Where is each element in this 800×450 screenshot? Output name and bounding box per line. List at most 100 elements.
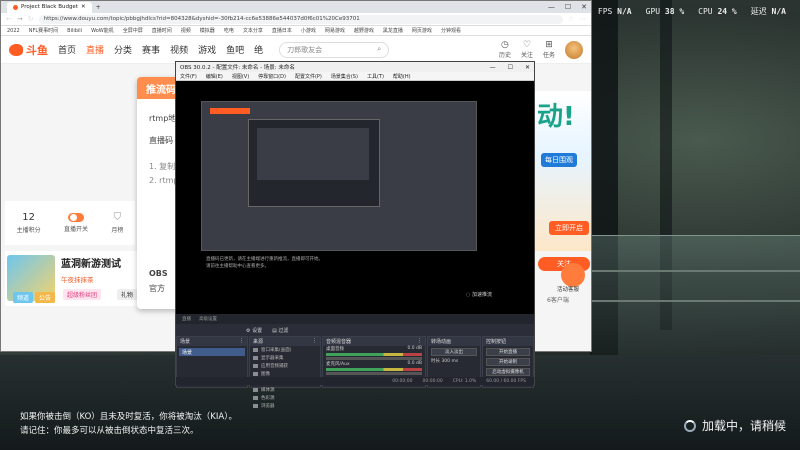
source-item[interactable]: 浏览器 bbox=[250, 402, 320, 410]
avatar[interactable] bbox=[565, 40, 583, 59]
follow-list-button[interactable]: ♡ 关注 bbox=[521, 40, 533, 59]
preview-accelerate[interactable]: ◌ 加速推流 bbox=[466, 291, 492, 298]
obs-menu-item[interactable]: 配置文件(P) bbox=[295, 73, 322, 80]
latency-stat: 延迟 N/A bbox=[750, 6, 786, 16]
gift-tag[interactable]: 礼物 bbox=[117, 289, 138, 300]
header-actions: ◷ 历史 ♡ 关注 ⊞ 任务 bbox=[499, 40, 583, 59]
dock-menu-icon[interactable]: ⋮ bbox=[239, 338, 244, 345]
bookmark-item[interactable]: 分钟观看 bbox=[441, 27, 461, 34]
search-icon[interactable]: ⌕ bbox=[377, 45, 381, 54]
cpu-stat: CPU 24 % bbox=[698, 6, 737, 16]
bookmark-item[interactable]: WoW能机 bbox=[91, 27, 114, 34]
obs-status-bar: 00:00:00 00:00:00 CPU: 1.0% 60.00 / 60.0… bbox=[176, 377, 534, 385]
bookmark-item[interactable]: 直播日本 bbox=[272, 27, 292, 34]
start-recording-button[interactable]: 开始录制 bbox=[486, 358, 530, 366]
bookmark-item[interactable]: 2022 bbox=[7, 28, 20, 34]
settings-tab[interactable]: ⚙ 设置 bbox=[246, 327, 262, 334]
bookmark-item[interactable]: 网页游戏 bbox=[412, 27, 432, 34]
banner-open-button[interactable]: 立即开启 bbox=[549, 221, 589, 235]
source-item[interactable]: 媒体源 bbox=[250, 386, 320, 394]
new-tab-icon[interactable]: + bbox=[96, 4, 101, 11]
duration-row: 时长 300 ms bbox=[431, 359, 459, 364]
bookmark-item[interactable]: 模拟器 bbox=[200, 27, 215, 34]
chat-service-label[interactable]: 活动客服 bbox=[557, 285, 579, 293]
obs-menu-item[interactable]: 场景集合(S) bbox=[331, 73, 358, 80]
obs-menu-item[interactable]: 停靠窗口(D) bbox=[258, 73, 286, 80]
live-toggle-tool[interactable]: 直播开关 bbox=[64, 213, 88, 233]
bookmark-item[interactable]: 网易游戏 bbox=[325, 27, 345, 34]
notice-tag[interactable]: 公告 bbox=[35, 292, 56, 303]
source-type-icon bbox=[253, 364, 258, 368]
obs-menu-item[interactable]: 文件(F) bbox=[180, 73, 197, 80]
menu-icon[interactable]: ⋯ bbox=[579, 15, 586, 23]
bookmark-item[interactable]: 文本分享 bbox=[243, 27, 263, 34]
nav-events[interactable]: 赛事 bbox=[142, 43, 160, 56]
nav-fishbar[interactable]: 鱼吧 bbox=[226, 43, 244, 56]
stream-title[interactable]: 蓝洞新游测试 bbox=[61, 255, 121, 270]
volume-slider[interactable] bbox=[326, 372, 422, 375]
record-time: 00:00:00 bbox=[422, 378, 443, 384]
bookmark-item[interactable]: 越野游戏 bbox=[354, 27, 374, 34]
browser-tab[interactable]: Project Black Budget ✕ bbox=[7, 1, 92, 13]
channel-tag[interactable]: 频道 bbox=[13, 292, 34, 303]
minimize-icon[interactable]: — bbox=[490, 64, 496, 71]
tasks-button[interactable]: ⊞ 任务 bbox=[543, 40, 555, 59]
obs-menu-item[interactable]: 视图(V) bbox=[232, 73, 249, 80]
obs-menu-item[interactable]: 编辑(E) bbox=[206, 73, 223, 80]
close-window-icon[interactable]: ✕ bbox=[525, 64, 530, 71]
stream-subtitle: 午夜抹抹茶 bbox=[61, 276, 94, 284]
chat-service-icon[interactable] bbox=[561, 263, 585, 287]
url-input[interactable]: https://www.douyu.com/topic/pbbgjhdlcs?r… bbox=[38, 14, 563, 24]
history-button[interactable]: ◷ 历史 bbox=[499, 40, 511, 59]
fan-club-tag[interactable]: 超级粉丝团 bbox=[63, 289, 102, 300]
nav-games[interactable]: 游戏 bbox=[198, 43, 216, 56]
start-streaming-button[interactable]: 开始直播 bbox=[486, 348, 530, 356]
source-item[interactable]: 显示器采集 bbox=[250, 354, 320, 362]
close-window-icon[interactable]: ✕ bbox=[581, 3, 587, 11]
nav-home[interactable]: 首页 bbox=[58, 43, 76, 56]
shield-icon: ⛉ bbox=[113, 212, 122, 223]
forward-icon[interactable]: → bbox=[17, 15, 23, 23]
live-toggle[interactable] bbox=[67, 213, 84, 222]
filters-tab[interactable]: ▤ 过滤 bbox=[272, 327, 288, 334]
stream-time: 00:00:00 bbox=[392, 378, 413, 384]
bookmark-item[interactable]: 小游戏 bbox=[301, 27, 316, 34]
obs-preview[interactable]: 直播码已更新，请在主播端进行重新推流，直播即可开始。 请前往主播帮助中心查看更多… bbox=[176, 81, 534, 314]
bookmark-item[interactable]: Bilibili bbox=[67, 28, 82, 34]
back-icon[interactable]: ← bbox=[6, 15, 12, 23]
maximize-icon[interactable]: ☐ bbox=[508, 64, 513, 71]
dock-menu-icon[interactable]: ⋮ bbox=[417, 338, 422, 345]
volume-slider[interactable] bbox=[326, 357, 422, 360]
bookmark-item[interactable]: 全屏中屏 bbox=[123, 27, 143, 34]
maximize-icon[interactable]: ☐ bbox=[565, 3, 571, 11]
bookmark-item[interactable]: 黑龙直播 bbox=[383, 27, 403, 34]
rank-tool[interactable]: ⛉ 月榜 bbox=[111, 212, 123, 234]
preview-caption: 直播码已更新，请在主播端进行重新推流，直播即可开始。 请前往主播帮助中心查看更多… bbox=[206, 257, 323, 269]
source-item[interactable]: 窗口采集(画面) bbox=[250, 346, 320, 354]
star-icon[interactable]: ☆ bbox=[568, 15, 574, 23]
site-search-input[interactable]: 刀郎歌友会 ⌕ bbox=[279, 41, 390, 58]
virtual-camera-button[interactable]: 启动虚拟摄像机 bbox=[486, 368, 530, 376]
source-item[interactable]: 色彩源 bbox=[250, 394, 320, 402]
nav-live[interactable]: 直播 bbox=[86, 43, 104, 56]
duration-input[interactable]: 300 ms bbox=[441, 359, 458, 364]
close-tab-icon[interactable]: ✕ bbox=[81, 4, 86, 10]
scene-item[interactable]: 场景 bbox=[179, 348, 245, 356]
bookmark-item[interactable]: 吃电 bbox=[224, 27, 234, 34]
douyu-logo[interactable]: 斗鱼 bbox=[9, 42, 48, 58]
source-item[interactable]: 应用音频捕获 bbox=[250, 362, 320, 370]
nav-video[interactable]: 视频 bbox=[170, 43, 188, 56]
reload-icon[interactable]: ↻ bbox=[28, 15, 34, 23]
obs-menu-item[interactable]: 工具(T) bbox=[367, 73, 384, 80]
obs-menu-item[interactable]: 帮助(H) bbox=[393, 73, 411, 80]
bookmark-item[interactable]: 直播时间 bbox=[152, 27, 172, 34]
douyu-favicon-icon bbox=[13, 4, 18, 10]
bookmark-item[interactable]: NFL赛事时间 bbox=[29, 27, 58, 34]
transition-select[interactable]: 淡入淡出 bbox=[431, 348, 477, 356]
dock-menu-icon[interactable]: ⋮ bbox=[312, 338, 317, 345]
minimize-icon[interactable]: — bbox=[548, 3, 555, 11]
score-tool[interactable]: 12 主播积分 bbox=[17, 212, 41, 234]
nav-category[interactable]: 分类 bbox=[114, 43, 132, 56]
nav-more[interactable]: 绝 bbox=[254, 43, 263, 56]
bookmark-item[interactable]: 视频 bbox=[181, 27, 191, 34]
